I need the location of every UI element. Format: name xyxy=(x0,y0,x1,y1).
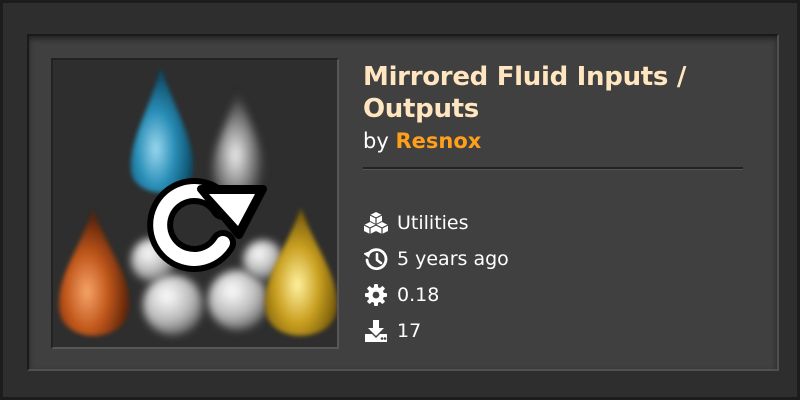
window-frame: Mirrored Fluid Inputs / Outputs by Resno… xyxy=(0,0,800,400)
author-link[interactable]: Resnox xyxy=(395,129,481,153)
author-prefix: by xyxy=(363,129,389,153)
meta-updated-label: 5 years ago xyxy=(397,248,509,270)
meta-category: Utilities xyxy=(363,209,743,237)
gear-icon xyxy=(363,282,389,308)
meta-version-label: 0.18 xyxy=(397,284,440,306)
mod-thumbnail[interactable] xyxy=(51,58,339,349)
meta-category-label: Utilities xyxy=(397,212,469,234)
mod-card[interactable]: Mirrored Fluid Inputs / Outputs by Resno… xyxy=(27,34,779,371)
history-icon xyxy=(363,246,389,272)
meta-downloads-label: 17 xyxy=(397,320,422,342)
meta-updated: 5 years ago xyxy=(363,245,743,273)
divider xyxy=(363,167,743,170)
download-icon xyxy=(363,318,389,344)
meta-downloads: 17 xyxy=(363,317,743,345)
meta-version: 0.18 xyxy=(363,281,743,309)
cubes-icon xyxy=(363,210,389,236)
author-line: by Resnox xyxy=(363,127,481,155)
mod-title[interactable]: Mirrored Fluid Inputs / Outputs xyxy=(363,61,743,125)
